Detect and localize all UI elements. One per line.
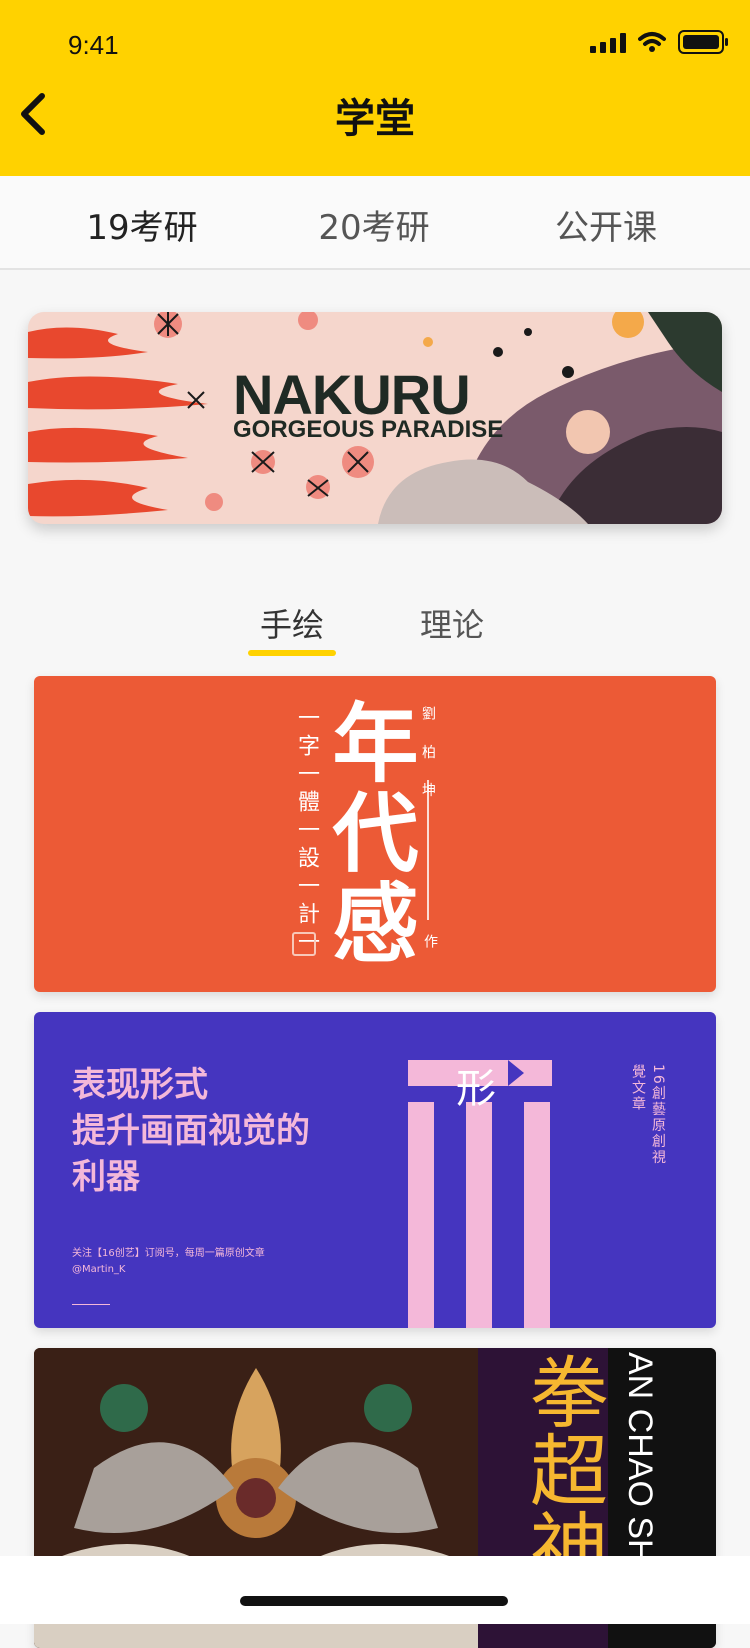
divider: [427, 780, 429, 920]
bottom-safe-area: [0, 1556, 750, 1624]
banner-subtitle: GORGEOUS PARADISE: [233, 416, 504, 443]
home-indicator: [240, 1596, 508, 1606]
battery-icon: [678, 30, 728, 54]
tab-19-kaoyan[interactable]: 19考研: [42, 200, 242, 249]
card-heading: 表现形式 提升画面视觉的 利器: [72, 1062, 310, 1200]
status-icons: [590, 30, 728, 54]
top-tab-bar: 19考研 20考研 公开课: [0, 176, 750, 270]
card-heading-line: 表现形式: [72, 1065, 208, 1105]
card-vertical-title: 拳超神: [517, 1352, 607, 1586]
card-vertical-text: 16創藝原創視覺文章: [630, 1064, 666, 1166]
status-time: 9:41: [68, 30, 119, 60]
featured-banner[interactable]: NAKURU GORGEOUS PARADISE: [28, 312, 722, 524]
cellular-signal-icon: [590, 31, 626, 53]
active-tab-indicator: [248, 650, 336, 656]
header-bar: 9:41 学堂: [0, 0, 750, 176]
card-footnote-line: @Martin_K: [72, 1264, 126, 1275]
course-card[interactable]: 一字一體一設一計一 年代感 劉 柏 坤 作: [34, 676, 716, 992]
tab-theory[interactable]: 理论: [420, 600, 484, 646]
tab-20-kaoyan[interactable]: 20考研: [274, 200, 474, 249]
tab-open-course[interactable]: 公开课: [506, 200, 706, 249]
course-card[interactable]: 表现形式 提升画面视觉的 利器 关注【16创艺】订阅号，每周一篇原创文章 @Ma…: [34, 1012, 716, 1328]
tab-hand-drawing[interactable]: 手绘: [260, 600, 324, 646]
card-vertical-latin: AN CHAO SH: [621, 1352, 659, 1564]
divider: [72, 1304, 110, 1305]
wifi-icon: [638, 32, 666, 52]
category-tabs: 手绘 理论: [0, 600, 750, 656]
card-author-suffix: 作: [422, 934, 438, 948]
seal-icon: [292, 932, 316, 956]
card-heading-line: 提升画面视觉的: [72, 1111, 310, 1151]
card-footnote-line: 关注【16创艺】订阅号，每周一篇原创文章: [72, 1248, 265, 1259]
page-title: 学堂: [335, 96, 415, 142]
card-big-title: 年代感: [317, 698, 418, 968]
card-glyph: 形: [456, 1066, 496, 1112]
card-heading-line: 利器: [72, 1157, 140, 1197]
card-footnote: 关注【16创艺】订阅号，每周一篇原创文章 @Martin_K: [72, 1246, 265, 1278]
